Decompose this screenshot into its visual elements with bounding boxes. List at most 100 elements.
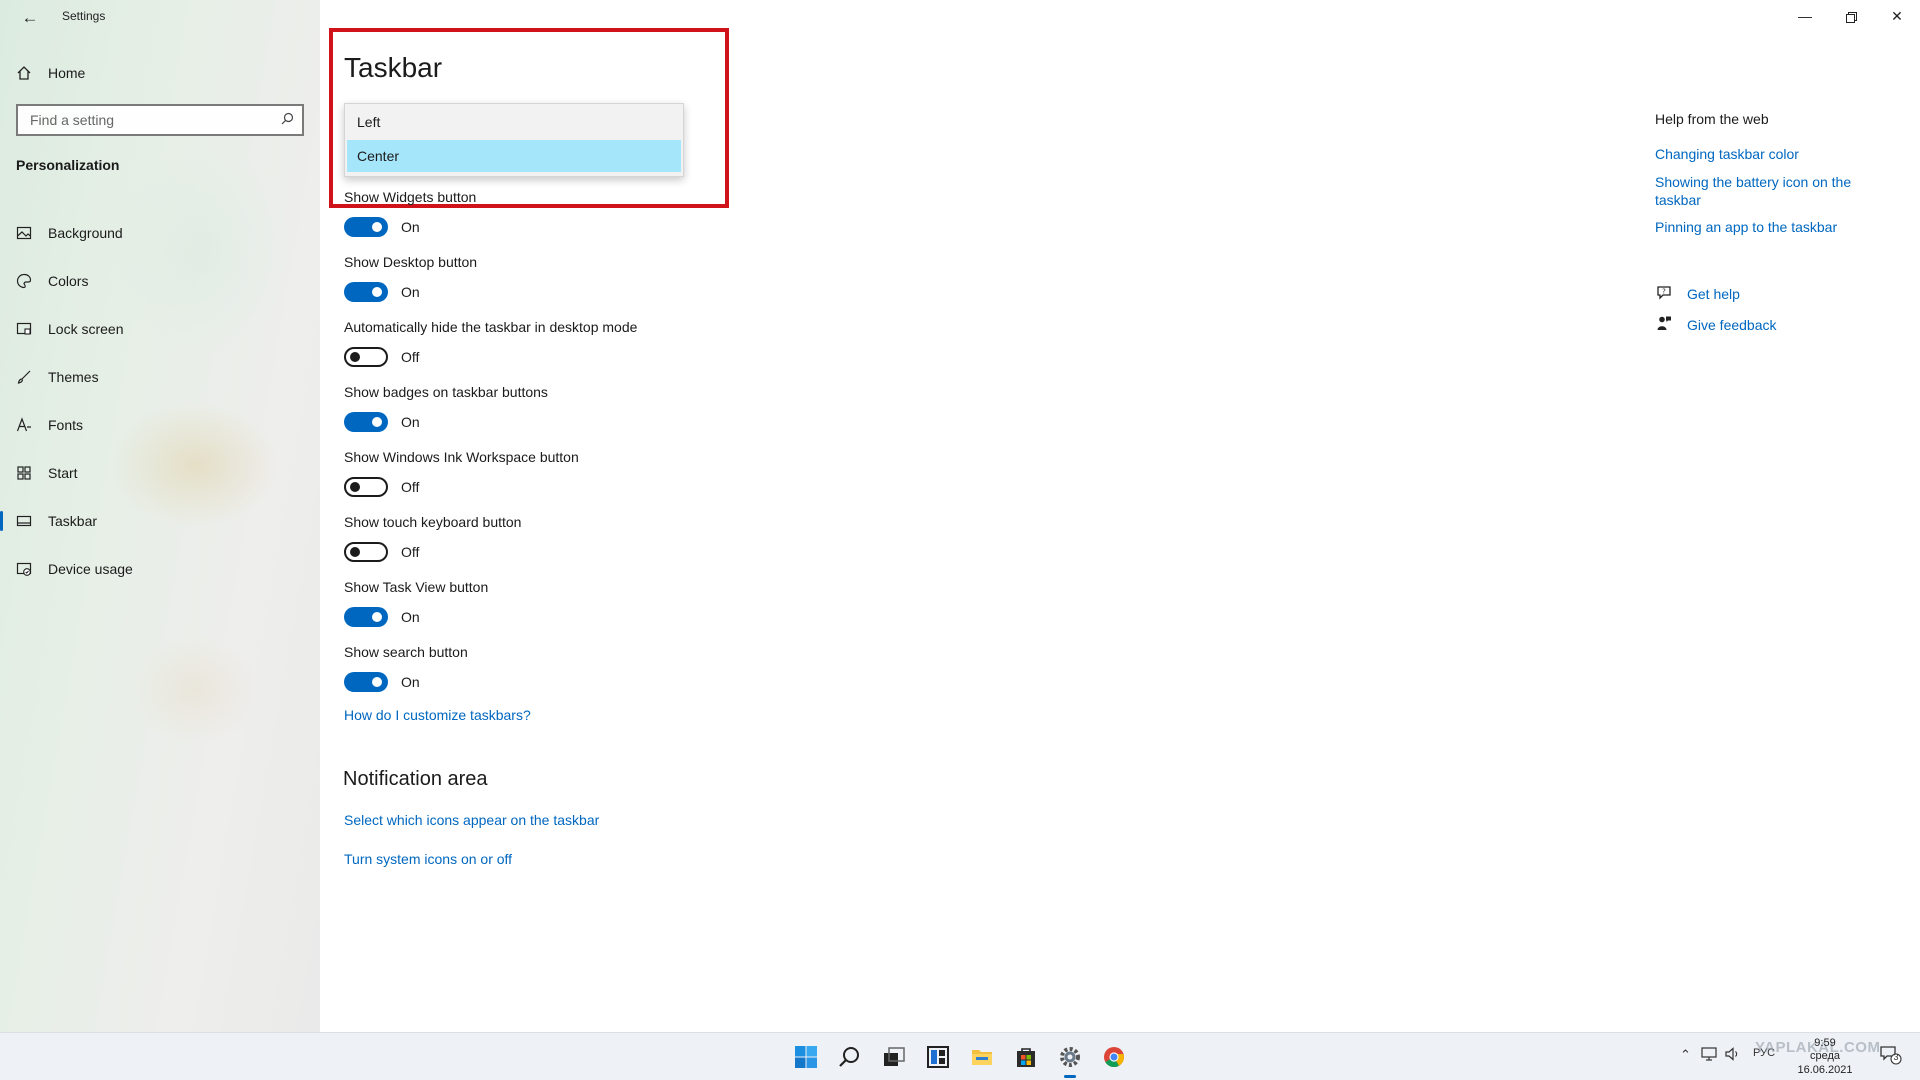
- sidebar-item-label: Lock screen: [48, 321, 124, 337]
- search-input[interactable]: [28, 111, 268, 129]
- palette-icon: [14, 273, 34, 289]
- device-usage-icon: [14, 561, 34, 577]
- sidebar-item-label: Taskbar: [48, 513, 98, 529]
- setting-ink-workspace: Show Windows Ink Workspace button Off: [344, 447, 579, 497]
- sidebar-item-colors[interactable]: Colors: [0, 257, 320, 305]
- chrome-icon[interactable]: [1098, 1041, 1130, 1073]
- image-icon: [14, 225, 34, 241]
- taskbar-icon: [14, 513, 34, 529]
- notification-count-badge: 3: [1893, 1052, 1899, 1062]
- notification-link-row: Select which icons appear on the taskbar: [344, 812, 599, 830]
- give-feedback-row[interactable]: Give feedback: [1655, 315, 1777, 334]
- windows-taskbar: ⌃ РУС YAPLAKAL.COM 9:59 среда 16.06.2021…: [0, 1032, 1920, 1080]
- clock-time: 9:59: [1814, 1037, 1836, 1049]
- help-link-battery-icon[interactable]: Showing the battery icon on the taskbar: [1655, 173, 1875, 209]
- sidebar-item-device-usage[interactable]: Device usage: [0, 545, 320, 593]
- setting-badges: Show badges on taskbar buttons On: [344, 382, 548, 432]
- notification-center-icon[interactable]: 3: [1880, 1045, 1902, 1068]
- auto-hide-toggle[interactable]: [344, 347, 388, 367]
- search-box[interactable]: [16, 104, 304, 136]
- toggle-state: On: [401, 284, 420, 300]
- brush-icon: [14, 369, 34, 385]
- sidebar-item-label: Fonts: [48, 417, 84, 433]
- sidebar: ← Settings Home Personalization Backgrou…: [0, 0, 320, 1032]
- sidebar-item-label: Device usage: [48, 561, 133, 577]
- give-feedback-link[interactable]: Give feedback: [1687, 317, 1777, 333]
- restore-icon[interactable]: [1828, 0, 1874, 32]
- sidebar-nav: Background Colors Lock screen Themes Fon…: [0, 209, 320, 593]
- toggle-state: Off: [401, 349, 420, 365]
- close-icon[interactable]: ✕: [1874, 0, 1920, 32]
- task-view-icon[interactable]: [878, 1041, 910, 1073]
- sidebar-item-taskbar[interactable]: Taskbar: [0, 497, 320, 545]
- get-help-row[interactable]: ? Get help: [1655, 284, 1740, 303]
- customize-taskbars-link[interactable]: How do I customize taskbars?: [344, 707, 531, 723]
- back-arrow-icon[interactable]: ←: [14, 6, 46, 30]
- setting-label: Show Widgets button: [344, 189, 477, 205]
- clock[interactable]: 9:59 среда 16.06.2021: [1792, 1037, 1858, 1078]
- chevron-up-icon[interactable]: ⌃: [1680, 1047, 1691, 1063]
- sidebar-item-fonts[interactable]: Fonts: [0, 401, 320, 449]
- svg-text:?: ?: [1662, 288, 1666, 296]
- search-icon[interactable]: [834, 1041, 866, 1073]
- start-icon: [14, 465, 34, 481]
- minimize-icon[interactable]: —: [1782, 0, 1828, 32]
- help-link-pinning-app[interactable]: Pinning an app to the taskbar: [1655, 218, 1875, 236]
- lock-screen-icon: [14, 321, 34, 337]
- touch-keyboard-toggle[interactable]: [344, 542, 388, 562]
- search-icon[interactable]: [281, 112, 294, 128]
- setting-desktop-button: Show Desktop button On: [344, 252, 477, 302]
- search-button-toggle[interactable]: [344, 672, 388, 692]
- setting-label: Show touch keyboard button: [344, 514, 522, 530]
- ink-workspace-toggle[interactable]: [344, 477, 388, 497]
- sidebar-item-start[interactable]: Start: [0, 449, 320, 497]
- sidebar-item-themes[interactable]: Themes: [0, 353, 320, 401]
- sidebar-item-background[interactable]: Background: [0, 209, 320, 257]
- sidebar-item-label: Colors: [48, 273, 89, 289]
- store-icon[interactable]: [1010, 1041, 1042, 1073]
- toggle-state: Off: [401, 544, 420, 560]
- home-label: Home: [48, 65, 86, 81]
- main-content: — ✕ Taskbar Left Center Show Widgets but…: [320, 0, 1920, 1032]
- notification-area-heading: Notification area: [343, 768, 488, 790]
- setting-touch-keyboard: Show touch keyboard button Off: [344, 512, 521, 562]
- feedback-icon: [1655, 315, 1673, 334]
- help-link-taskbar-color[interactable]: Changing taskbar color: [1655, 145, 1875, 163]
- setting-label: Automatically hide the taskbar in deskto…: [344, 319, 638, 335]
- start-icon[interactable]: [790, 1041, 822, 1073]
- select-icons-link[interactable]: Select which icons appear on the taskbar: [344, 812, 599, 828]
- toggle-state: On: [401, 219, 420, 235]
- setting-auto-hide: Automatically hide the taskbar in deskto…: [344, 317, 637, 367]
- home-nav-item[interactable]: Home: [0, 58, 320, 88]
- setting-label: Show badges on taskbar buttons: [344, 384, 548, 400]
- volume-icon[interactable]: [1725, 1047, 1741, 1064]
- customize-link-row: How do I customize taskbars?: [344, 707, 531, 725]
- system-icons-link[interactable]: Turn system icons on or off: [344, 851, 512, 867]
- red-highlight-frame: [329, 28, 729, 208]
- toggle-state: Off: [401, 479, 420, 495]
- setting-label: Show Desktop button: [344, 254, 478, 270]
- clock-date: 16.06.2021: [1797, 1064, 1853, 1076]
- sidebar-item-lock-screen[interactable]: Lock screen: [0, 305, 320, 353]
- settings-window: ← Settings Home Personalization Backgrou…: [0, 0, 1920, 1032]
- sidebar-item-label: Start: [48, 465, 78, 481]
- badges-toggle[interactable]: [344, 412, 388, 432]
- setting-task-view: Show Task View button On: [344, 577, 488, 627]
- chat-help-icon: ?: [1655, 284, 1673, 303]
- file-explorer-icon[interactable]: [966, 1041, 998, 1073]
- widgets-toggle[interactable]: [344, 217, 388, 237]
- network-icon[interactable]: [1701, 1047, 1717, 1064]
- toggle-state: On: [401, 414, 420, 430]
- widgets-icon[interactable]: [922, 1041, 954, 1073]
- get-help-link[interactable]: Get help: [1687, 286, 1740, 302]
- toggle-state: On: [401, 609, 420, 625]
- help-title: Help from the web: [1655, 111, 1769, 127]
- desktop-toggle[interactable]: [344, 282, 388, 302]
- settings-icon[interactable]: [1054, 1041, 1086, 1078]
- setting-widgets-button: Show Widgets button On: [344, 187, 476, 237]
- notification-link-row: Turn system icons on or off: [344, 851, 512, 869]
- font-icon: [14, 417, 34, 433]
- clock-day: среда: [1809, 1050, 1841, 1062]
- task-view-toggle[interactable]: [344, 607, 388, 627]
- window-title: Settings: [62, 9, 106, 23]
